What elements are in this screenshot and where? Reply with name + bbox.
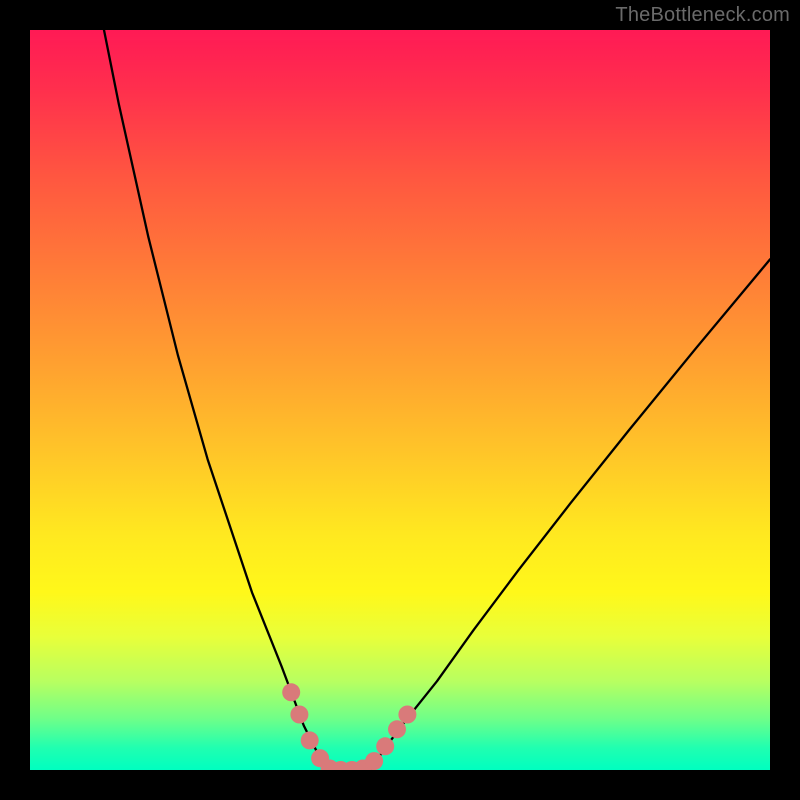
left-marker-1 [282,683,300,701]
curve-layer [30,30,770,770]
series-right-arm [370,259,770,770]
left-marker-3 [301,731,319,749]
plot-area [30,30,770,770]
left-marker-2 [290,706,308,724]
right-marker-3 [388,720,406,738]
series-left-arm [104,30,326,770]
right-marker-2 [376,737,394,755]
right-marker-4 [398,706,416,724]
bottleneck-curve [104,30,770,770]
right-marker-1 [365,752,383,770]
watermark-text: TheBottleneck.com [615,4,790,27]
chart-frame: TheBottleneck.com [0,0,800,800]
curve-markers [282,683,416,770]
